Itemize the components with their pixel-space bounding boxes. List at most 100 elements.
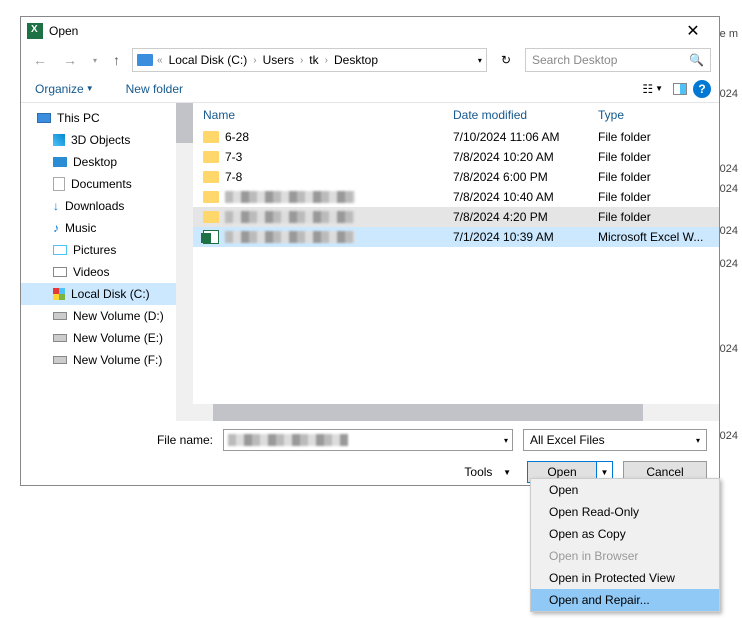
tree-item[interactable]: Pictures: [21, 239, 176, 261]
refresh-button[interactable]: ↻: [495, 53, 517, 67]
file-row[interactable]: 7/1/2024 10:39 AMMicrosoft Excel W...: [193, 227, 719, 247]
music-icon: ♪: [53, 221, 59, 235]
tree-item[interactable]: Desktop: [21, 151, 176, 173]
filename-input[interactable]: ▾: [223, 429, 513, 451]
file-type: Microsoft Excel W...: [598, 230, 719, 244]
close-button[interactable]: ✕: [673, 21, 713, 41]
bg-text: 024: [720, 163, 738, 175]
file-date: 7/8/2024 6:00 PM: [453, 170, 598, 184]
tree-item[interactable]: Documents: [21, 173, 176, 195]
menu-item[interactable]: Open as Copy: [531, 523, 719, 545]
redacted-text: [225, 231, 355, 243]
column-type[interactable]: Type: [598, 108, 719, 122]
organize-button[interactable]: Organize▼: [29, 82, 100, 96]
back-button[interactable]: ←: [29, 52, 51, 68]
folder-icon: [203, 131, 219, 143]
tree-item[interactable]: Local Disk (C:): [21, 283, 176, 305]
tree-scrollbar[interactable]: [176, 103, 193, 421]
tree-label: 3D Objects: [71, 133, 130, 147]
redacted-text: [225, 191, 355, 203]
chevron-down-icon: ▾: [696, 436, 700, 445]
file-row[interactable]: 7/8/2024 4:20 PMFile folder: [193, 207, 719, 227]
folder-icon: [203, 171, 219, 183]
pic-icon: [53, 245, 67, 255]
win-icon: [53, 288, 65, 300]
tree-label: Local Disk (C:): [71, 287, 150, 301]
navbar: ← → ▾ ↑ « Local Disk (C:) › Users › tk ›…: [21, 45, 719, 75]
menu-item[interactable]: Open and Repair...: [531, 589, 719, 611]
download-icon: ↓: [53, 199, 59, 213]
search-placeholder: Search Desktop: [532, 53, 617, 67]
tree-item[interactable]: ♪ Music: [21, 217, 176, 239]
bg-text: 024: [720, 225, 738, 237]
nav-tree[interactable]: This PC 3D Objects DesktopDocuments↓Downlo…: [21, 103, 176, 421]
file-row[interactable]: 6-287/10/2024 11:06 AMFile folder: [193, 127, 719, 147]
menu-item: Open in Browser: [531, 545, 719, 567]
chevron-right-icon: ›: [296, 55, 307, 66]
bg-text: 024: [720, 258, 738, 270]
file-name: 7-3: [225, 150, 242, 164]
tree-item[interactable]: Videos: [21, 261, 176, 283]
forward-button[interactable]: →: [59, 52, 81, 68]
tree-item[interactable]: 3D Objects: [21, 129, 176, 151]
disk-icon: [53, 334, 67, 342]
redacted-text: [228, 434, 348, 446]
search-input[interactable]: Search Desktop 🔍: [525, 48, 711, 72]
tree-label: New Volume (F:): [73, 353, 162, 367]
column-name[interactable]: Name: [193, 108, 453, 122]
list-scrollbar[interactable]: [193, 404, 719, 421]
breadcrumb[interactable]: tk: [307, 53, 320, 67]
bg-text: 024: [720, 343, 738, 355]
breadcrumb[interactable]: Local Disk (C:): [167, 53, 250, 67]
tree-label: Pictures: [73, 243, 116, 257]
column-date[interactable]: Date modified: [453, 108, 598, 122]
scrollbar-thumb[interactable]: [213, 404, 643, 421]
column-headers[interactable]: Name Date modified Type: [193, 103, 719, 127]
open-dialog: Open ✕ ← → ▾ ↑ « Local Disk (C:) › Users…: [20, 16, 720, 486]
tree-item[interactable]: New Volume (D:): [21, 305, 176, 327]
file-name: 7-8: [225, 170, 242, 184]
tree-item[interactable]: ↓Downloads: [21, 195, 176, 217]
drive-icon: [137, 54, 153, 66]
view-button[interactable]: ☷▼: [638, 80, 667, 98]
up-button[interactable]: ↑: [109, 52, 124, 68]
menu-item[interactable]: Open in Protected View: [531, 567, 719, 589]
file-date: 7/8/2024 10:20 AM: [453, 150, 598, 164]
tools-button[interactable]: Tools ▼: [458, 465, 517, 479]
tree-label: This PC: [57, 111, 100, 125]
chevron-right-icon: ›: [321, 55, 332, 66]
search-icon: 🔍: [689, 53, 704, 67]
file-row[interactable]: 7/8/2024 10:40 AMFile folder: [193, 187, 719, 207]
file-row[interactable]: 7-87/8/2024 6:00 PMFile folder: [193, 167, 719, 187]
help-button[interactable]: ?: [693, 80, 711, 98]
tree-item[interactable]: This PC: [21, 107, 176, 129]
menu-item[interactable]: Open Read-Only: [531, 501, 719, 523]
tree-label: New Volume (E:): [73, 331, 163, 345]
chevron-down-icon[interactable]: ▾: [504, 436, 508, 445]
file-name: 6-28: [225, 130, 249, 144]
file-type-filter[interactable]: All Excel Files▾: [523, 429, 707, 451]
preview-pane-button[interactable]: [669, 81, 691, 97]
tree-label: Music: [65, 221, 96, 235]
breadcrumb[interactable]: Desktop: [332, 53, 380, 67]
tree-item[interactable]: New Volume (F:): [21, 349, 176, 371]
folder-icon: [203, 191, 219, 203]
file-row[interactable]: 7-3 7/8/2024 10:20 AMFile folder: [193, 147, 719, 167]
path-sep-icon: «: [153, 55, 167, 66]
scrollbar-thumb[interactable]: [176, 103, 193, 143]
recent-dropdown[interactable]: ▾: [89, 56, 101, 65]
address-dropdown[interactable]: ▾: [478, 56, 482, 65]
file-type: File folder: [598, 150, 719, 164]
tree-label: New Volume (D:): [73, 309, 164, 323]
vid-icon: [53, 267, 67, 277]
new-folder-button[interactable]: New folder: [120, 82, 189, 96]
menu-item[interactable]: Open: [531, 479, 719, 501]
breadcrumb[interactable]: Users: [261, 53, 296, 67]
toolbar: Organize▼ New folder ☷▼ ?: [21, 75, 719, 103]
file-date: 7/8/2024 10:40 AM: [453, 190, 598, 204]
bg-text: 024: [720, 183, 738, 195]
excel-file-icon: [203, 230, 219, 244]
address-bar[interactable]: « Local Disk (C:) › Users › tk › Desktop…: [132, 48, 487, 72]
pc-icon: [37, 113, 51, 123]
tree-item[interactable]: New Volume (E:): [21, 327, 176, 349]
